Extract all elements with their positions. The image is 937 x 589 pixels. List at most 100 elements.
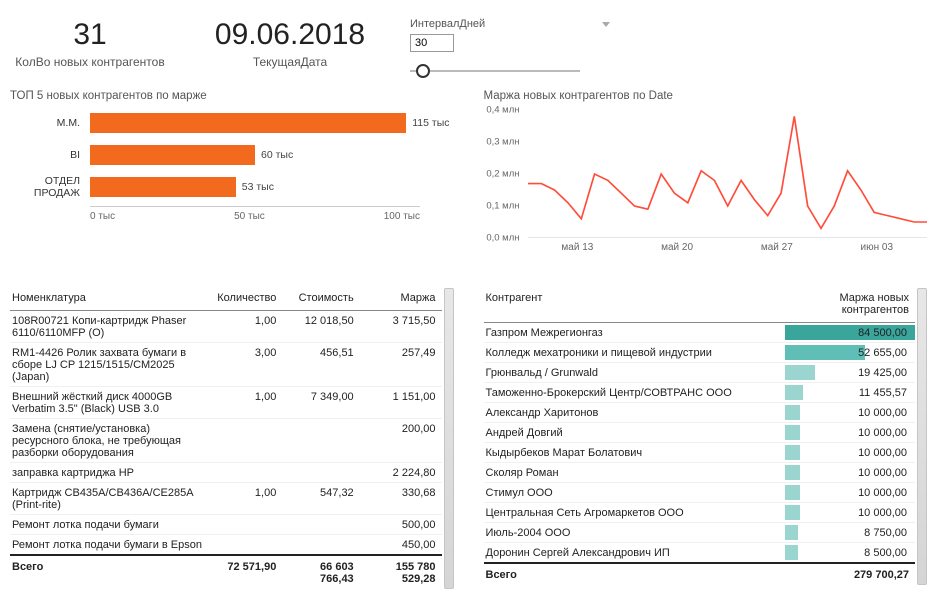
cell-margin: 330,68 — [360, 483, 442, 515]
bar-category: М.М. — [10, 117, 80, 129]
cell-name: заправка картриджа HP — [10, 463, 215, 483]
col-header[interactable]: Маржа — [360, 288, 442, 311]
card-value: 09.06.2018 — [210, 18, 370, 51]
slicer-value-input[interactable] — [410, 34, 454, 52]
cell-qty: 3,00 — [215, 343, 282, 387]
table-row[interactable]: Замена (снятие/установка) ресурсного бло… — [10, 419, 442, 463]
table-row[interactable]: Александр Харитонов10 000,00 — [484, 403, 916, 423]
table-row[interactable]: Доронин Сергей Александрович ИП8 500,00 — [484, 543, 916, 564]
table-row[interactable]: Ремонт лотка подачи бумаги в Epson 450,00 — [10, 535, 442, 556]
cell-qty — [215, 419, 282, 463]
table-nomenclature[interactable]: НоменклатураКоличествоСтоимостьМаржа 108R… — [10, 288, 454, 589]
cell-margin: 84 500,00 — [785, 323, 915, 343]
cell-margin: 450,00 — [360, 535, 442, 556]
line-series[interactable] — [528, 116, 928, 228]
bar-rect[interactable] — [90, 177, 236, 197]
cell-counterparty: Андрей Довгий — [484, 423, 785, 443]
card-label: КолВо новых контрагентов — [10, 55, 170, 69]
cell-name: Замена (снятие/установка) ресурсного бло… — [10, 419, 215, 463]
col-header[interactable]: Количество — [215, 288, 282, 311]
table-row[interactable]: RM1-4426 Ролик захвата бумаги в сборе LJ… — [10, 343, 442, 387]
bar-chart-top5[interactable]: ТОП 5 новых контрагентов по марже М.М.11… — [10, 90, 454, 260]
cell-counterparty: Сколяр Роман — [484, 463, 785, 483]
card-value: 31 — [10, 18, 170, 51]
table-row[interactable]: Июль-2004 ООО8 750,00 — [484, 523, 916, 543]
x-tick: июн 03 — [861, 242, 894, 260]
cell-counterparty: Кыдырбеков Марат Болатович — [484, 443, 785, 463]
table-row[interactable]: Кыдырбеков Марат Болатович10 000,00 — [484, 443, 916, 463]
table-row[interactable]: Грюнвальд / Grunwald19 425,00 — [484, 363, 916, 383]
slicer-interval-days[interactable]: ИнтервалДней — [410, 18, 610, 80]
cell-name: 108R00721 Копи-картридж Phaser 6110/6110… — [10, 311, 215, 343]
scrollbar[interactable] — [444, 288, 454, 589]
slicer-slider[interactable] — [410, 62, 580, 80]
bar-category: ОТДЕЛ ПРОДАЖ — [10, 175, 80, 199]
cell-qty: 1,00 — [215, 387, 282, 419]
col-header[interactable]: Маржа новых контрагентов — [785, 288, 915, 323]
cell-name: Ремонт лотка подачи бумаги в Epson — [10, 535, 215, 556]
table-row[interactable]: Внешний жёсткий диск 4000GB Verbatim 3.5… — [10, 387, 442, 419]
footer-label: Всего — [10, 555, 215, 589]
scrollbar[interactable] — [917, 288, 927, 585]
x-tick: май 13 — [561, 242, 593, 260]
table-row[interactable]: Картридж CB435A/CB436A/CE285A (Print-rit… — [10, 483, 442, 515]
table-row[interactable]: 108R00721 Копи-картридж Phaser 6110/6110… — [10, 311, 442, 343]
cell-margin: 10 000,00 — [785, 443, 915, 463]
footer-margin: 155 780 529,28 — [360, 555, 442, 589]
bar-value-label: 115 тыс — [412, 117, 449, 129]
cell-margin: 3 715,50 — [360, 311, 442, 343]
bar-rect[interactable] — [90, 145, 255, 165]
slicer-label: ИнтервалДней — [410, 18, 485, 30]
cell-qty — [215, 515, 282, 535]
table-row[interactable]: Газпром Межрегионгаз84 500,00 — [484, 323, 916, 343]
cell-counterparty: Газпром Межрегионгаз — [484, 323, 785, 343]
table-row[interactable]: Стимул ООО10 000,00 — [484, 483, 916, 503]
cell-cost: 7 349,00 — [282, 387, 359, 419]
table-counterparty-margin[interactable]: КонтрагентМаржа новых контрагентовГазпро… — [484, 288, 928, 589]
y-tick: 0,0 млн — [486, 233, 519, 244]
table-row[interactable]: Андрей Довгий10 000,00 — [484, 423, 916, 443]
line-chart-margin-by-date[interactable]: Маржа новых контрагентов по Date 0,0 млн… — [484, 90, 928, 260]
table-row[interactable]: Таможенно-Брокерский Центр/СОВТРАНС ООО1… — [484, 383, 916, 403]
x-tick: май 20 — [661, 242, 693, 260]
cell-margin: 10 000,00 — [785, 483, 915, 503]
cell-counterparty: Александр Харитонов — [484, 403, 785, 423]
cell-cost — [282, 515, 359, 535]
cell-counterparty: Июль-2004 ООО — [484, 523, 785, 543]
chevron-down-icon[interactable] — [602, 22, 610, 27]
bar-ОТДЕЛ ПРОДАЖ[interactable]: ОТДЕЛ ПРОДАЖ53 тыс — [90, 174, 454, 200]
cell-counterparty: Центральная Сеть Агромаркетов ООО — [484, 503, 785, 523]
cell-name: Ремонт лотка подачи бумаги — [10, 515, 215, 535]
cell-cost — [282, 463, 359, 483]
cell-margin: 10 000,00 — [785, 503, 915, 523]
cell-counterparty: Стимул ООО — [484, 483, 785, 503]
table-row[interactable]: Центральная Сеть Агромаркетов ООО10 000,… — [484, 503, 916, 523]
chart-title: Маржа новых контрагентов по Date — [484, 90, 928, 102]
cell-qty: 1,00 — [215, 483, 282, 515]
cell-cost: 12 018,50 — [282, 311, 359, 343]
table-row[interactable]: Ремонт лотка подачи бумаги500,00 — [10, 515, 442, 535]
cell-margin: 2 224,80 — [360, 463, 442, 483]
cell-margin: 8 750,00 — [785, 523, 915, 543]
slider-thumb[interactable] — [416, 64, 430, 78]
cell-margin: 257,49 — [360, 343, 442, 387]
bar-М.М.[interactable]: М.М.115 тыс — [90, 110, 454, 136]
cell-margin: 10 000,00 — [785, 463, 915, 483]
table-row[interactable]: Сколяр Роман10 000,00 — [484, 463, 916, 483]
y-tick: 0,4 млн — [486, 105, 519, 116]
x-tick: 0 тыс — [90, 211, 115, 222]
bar-category: BI — [10, 149, 80, 161]
bar-BI[interactable]: BI60 тыс — [90, 142, 454, 168]
bar-rect[interactable] — [90, 113, 406, 133]
cell-counterparty: Грюнвальд / Grunwald — [484, 363, 785, 383]
footer-cost: 66 603 766,43 — [282, 555, 359, 589]
cell-margin: 19 425,00 — [785, 363, 915, 383]
bar-value-label: 60 тыс — [261, 149, 293, 161]
table-row[interactable]: заправка картриджа HP 2 224,80 — [10, 463, 442, 483]
col-header[interactable]: Контрагент — [484, 288, 785, 323]
col-header[interactable]: Стоимость — [282, 288, 359, 311]
table-row[interactable]: Колледж мехатроники и пищевой индустрии5… — [484, 343, 916, 363]
col-header[interactable]: Номенклатура — [10, 288, 215, 311]
cell-margin: 200,00 — [360, 419, 442, 463]
cell-margin: 52 655,00 — [785, 343, 915, 363]
